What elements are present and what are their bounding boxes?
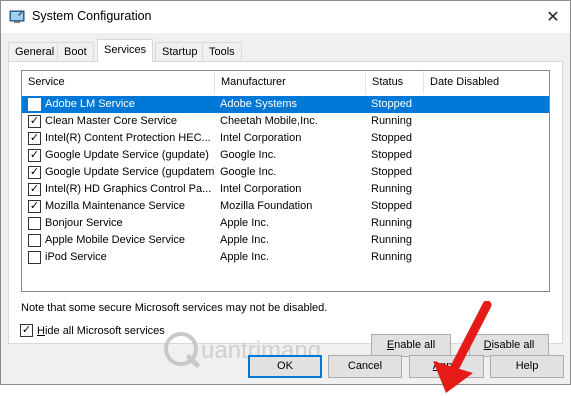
hide-microsoft-services-check[interactable]: ✓ bbox=[20, 324, 33, 337]
service-manufacturer: Apple Inc. bbox=[220, 217, 269, 229]
service-name: Mozilla Maintenance Service bbox=[45, 200, 186, 212]
service-status: Running bbox=[371, 217, 412, 229]
service-status: Running bbox=[371, 183, 412, 195]
service-name: Adobe LM Service bbox=[45, 98, 135, 110]
service-manufacturer: Intel Corporation bbox=[220, 132, 302, 144]
system-configuration-icon bbox=[9, 10, 25, 23]
service-checkbox[interactable] bbox=[28, 217, 41, 230]
service-name: Google Update Service (gupdate) bbox=[45, 149, 209, 161]
service-checkbox[interactable]: ✓ bbox=[28, 149, 41, 162]
service-row[interactable]: Bonjour Service Apple Inc. Running bbox=[22, 215, 549, 232]
service-checkbox[interactable] bbox=[28, 251, 41, 264]
close-icon: ✕ bbox=[546, 9, 560, 26]
service-status: Stopped bbox=[371, 98, 412, 110]
service-status: Running bbox=[371, 234, 412, 246]
service-status: Running bbox=[371, 251, 412, 263]
service-checkbox[interactable] bbox=[28, 234, 41, 247]
service-checkbox[interactable]: ✓ bbox=[28, 200, 41, 213]
service-status: Stopped bbox=[371, 200, 412, 212]
service-row[interactable]: ✓ Intel(R) Content Protection HEC... Intel… bbox=[22, 130, 549, 147]
column-manufacturer[interactable]: Manufacturer bbox=[215, 71, 366, 94]
red-arrow-annotation-icon bbox=[433, 301, 492, 393]
service-row[interactable]: Adobe LM Service Adobe Systems Stopped bbox=[22, 96, 549, 113]
title-bar: System Configuration ✕ bbox=[1, 1, 570, 33]
column-date-disabled[interactable]: Date Disabled bbox=[424, 71, 549, 94]
column-header: Service Manufacturer Status Date Disable… bbox=[22, 71, 549, 94]
service-manufacturer: Cheetah Mobile,Inc. bbox=[220, 115, 318, 127]
tab-boot[interactable]: Boot bbox=[57, 42, 94, 61]
service-status: Running bbox=[371, 115, 412, 127]
system-configuration-window: System Configuration ✕ General Boot Serv… bbox=[0, 0, 571, 393]
service-row[interactable]: ✓ Google Update Service (gupdatem) Google … bbox=[22, 164, 549, 181]
hide-microsoft-services-label: Hide all Microsoft services bbox=[37, 325, 165, 337]
service-manufacturer: Intel Corporation bbox=[220, 183, 302, 195]
service-manufacturer: Apple Inc. bbox=[220, 234, 269, 246]
close-button[interactable]: ✕ bbox=[541, 5, 565, 29]
tab-services[interactable]: Services bbox=[97, 39, 154, 62]
service-manufacturer: Mozilla Foundation bbox=[220, 200, 313, 212]
ok-button[interactable]: OK bbox=[248, 355, 322, 378]
service-manufacturer: Google Inc. bbox=[220, 149, 277, 161]
service-manufacturer: Apple Inc. bbox=[220, 251, 269, 263]
secure-services-note: Note that some secure Microsoft services… bbox=[21, 302, 328, 314]
service-row[interactable]: ✓ Intel(R) HD Graphics Control Pa... Intel… bbox=[22, 181, 549, 198]
service-manufacturer: Google Inc. bbox=[220, 166, 277, 178]
service-row[interactable]: ✓ Google Update Service (gupdate) Google I… bbox=[22, 147, 549, 164]
service-status: Stopped bbox=[371, 166, 412, 178]
cancel-button[interactable]: Cancel bbox=[328, 355, 402, 378]
service-name: iPod Service bbox=[45, 251, 107, 263]
service-checkbox[interactable] bbox=[28, 98, 41, 111]
service-checkbox[interactable]: ✓ bbox=[28, 166, 41, 179]
service-row[interactable]: Apple Mobile Device Service Apple Inc. Run… bbox=[22, 232, 549, 249]
service-name: Apple Mobile Device Service bbox=[45, 234, 186, 246]
window-title: System Configuration bbox=[32, 9, 152, 23]
dialog-client-area: General Boot Services Startup Tools Serv… bbox=[1, 33, 570, 393]
column-status[interactable]: Status bbox=[366, 71, 424, 94]
help-button[interactable]: Help bbox=[490, 355, 564, 378]
services-list[interactable]: Service Manufacturer Status Date Disable… bbox=[21, 70, 550, 292]
service-checkbox[interactable]: ✓ bbox=[28, 115, 41, 128]
service-row[interactable]: ✓ Mozilla Maintenance Service Mozilla Foun… bbox=[22, 198, 549, 215]
service-status: Stopped bbox=[371, 149, 412, 161]
service-name: Google Update Service (gupdatem) bbox=[45, 166, 215, 178]
service-name: Clean Master Core Service bbox=[45, 115, 178, 127]
tab-tools[interactable]: Tools bbox=[202, 42, 242, 61]
column-service[interactable]: Service bbox=[22, 71, 215, 94]
service-checkbox[interactable]: ✓ bbox=[28, 183, 41, 196]
service-name: Bonjour Service bbox=[45, 217, 123, 229]
service-checkbox[interactable]: ✓ bbox=[28, 132, 41, 145]
service-name: Intel(R) Content Protection HEC... bbox=[45, 132, 211, 144]
service-name: Intel(R) HD Graphics Control Pa... bbox=[45, 183, 212, 195]
service-row[interactable]: iPod Service Apple Inc. Running bbox=[22, 249, 549, 266]
tab-general[interactable]: General bbox=[8, 42, 62, 61]
tab-startup[interactable]: Startup bbox=[155, 42, 205, 61]
service-manufacturer: Adobe Systems bbox=[220, 98, 298, 110]
service-status: Stopped bbox=[371, 132, 412, 144]
service-row[interactable]: ✓ Clean Master Core Service Cheetah Mobile… bbox=[22, 113, 549, 130]
